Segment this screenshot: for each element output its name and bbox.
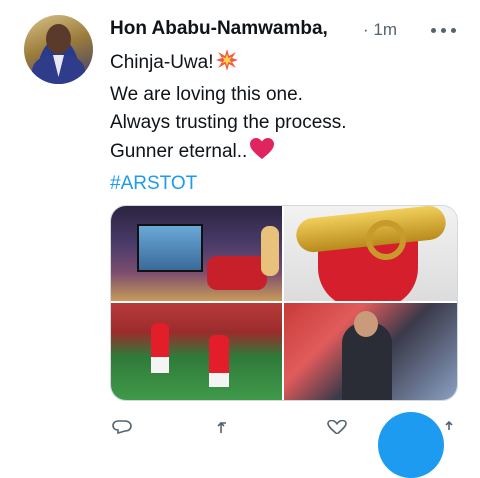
media-grid	[110, 205, 458, 401]
tweet-timestamp[interactable]: · 1m	[363, 20, 397, 40]
author-avatar[interactable]	[24, 15, 93, 84]
retweet-icon[interactable]	[216, 420, 236, 434]
tv-shape	[137, 224, 203, 272]
tweet-line-text: Gunner eternal..	[110, 141, 248, 162]
sofa-shape	[207, 256, 267, 290]
photo-players-pitch[interactable]	[111, 303, 282, 400]
avatar-face	[46, 24, 71, 54]
hashtag-link[interactable]: #ARSTOT	[110, 170, 347, 198]
reply-icon[interactable]	[112, 420, 132, 434]
photo-coach-celebrating[interactable]	[284, 303, 457, 400]
tweet-line: We are loving this one.	[110, 84, 303, 105]
like-icon[interactable]	[326, 420, 347, 434]
lamp-shape	[261, 226, 279, 276]
tweet-line: Always trusting the process.	[110, 112, 347, 133]
red-heart-icon	[249, 137, 275, 170]
tweet-line: Chinja-Uwa!	[110, 48, 347, 81]
coach-head-shape	[354, 311, 378, 337]
tweet-card[interactable]: Hon Ababu-Namwamba, · 1m Chinja-Uwa! We …	[0, 0, 480, 478]
tweet-text: Chinja-Uwa! We are loving this one. Alwa…	[110, 48, 347, 198]
compose-tweet-button[interactable]	[378, 412, 444, 478]
tweet-line: Gunner eternal..	[110, 137, 347, 170]
photo-living-room-tv[interactable]	[111, 206, 282, 301]
cannon-wheel-shape	[366, 220, 406, 260]
tweet-line-text: Chinja-Uwa!	[110, 52, 214, 73]
more-options-icon[interactable]	[431, 20, 457, 38]
player-shorts-shape	[209, 373, 229, 387]
collision-icon	[215, 48, 239, 81]
player-shorts-shape	[151, 357, 169, 373]
tweet-header: Hon Ababu-Namwamba, · 1m	[110, 18, 397, 42]
photo-arsenal-cannon[interactable]	[284, 206, 457, 301]
author-name[interactable]: Hon Ababu-Namwamba,	[110, 18, 328, 39]
